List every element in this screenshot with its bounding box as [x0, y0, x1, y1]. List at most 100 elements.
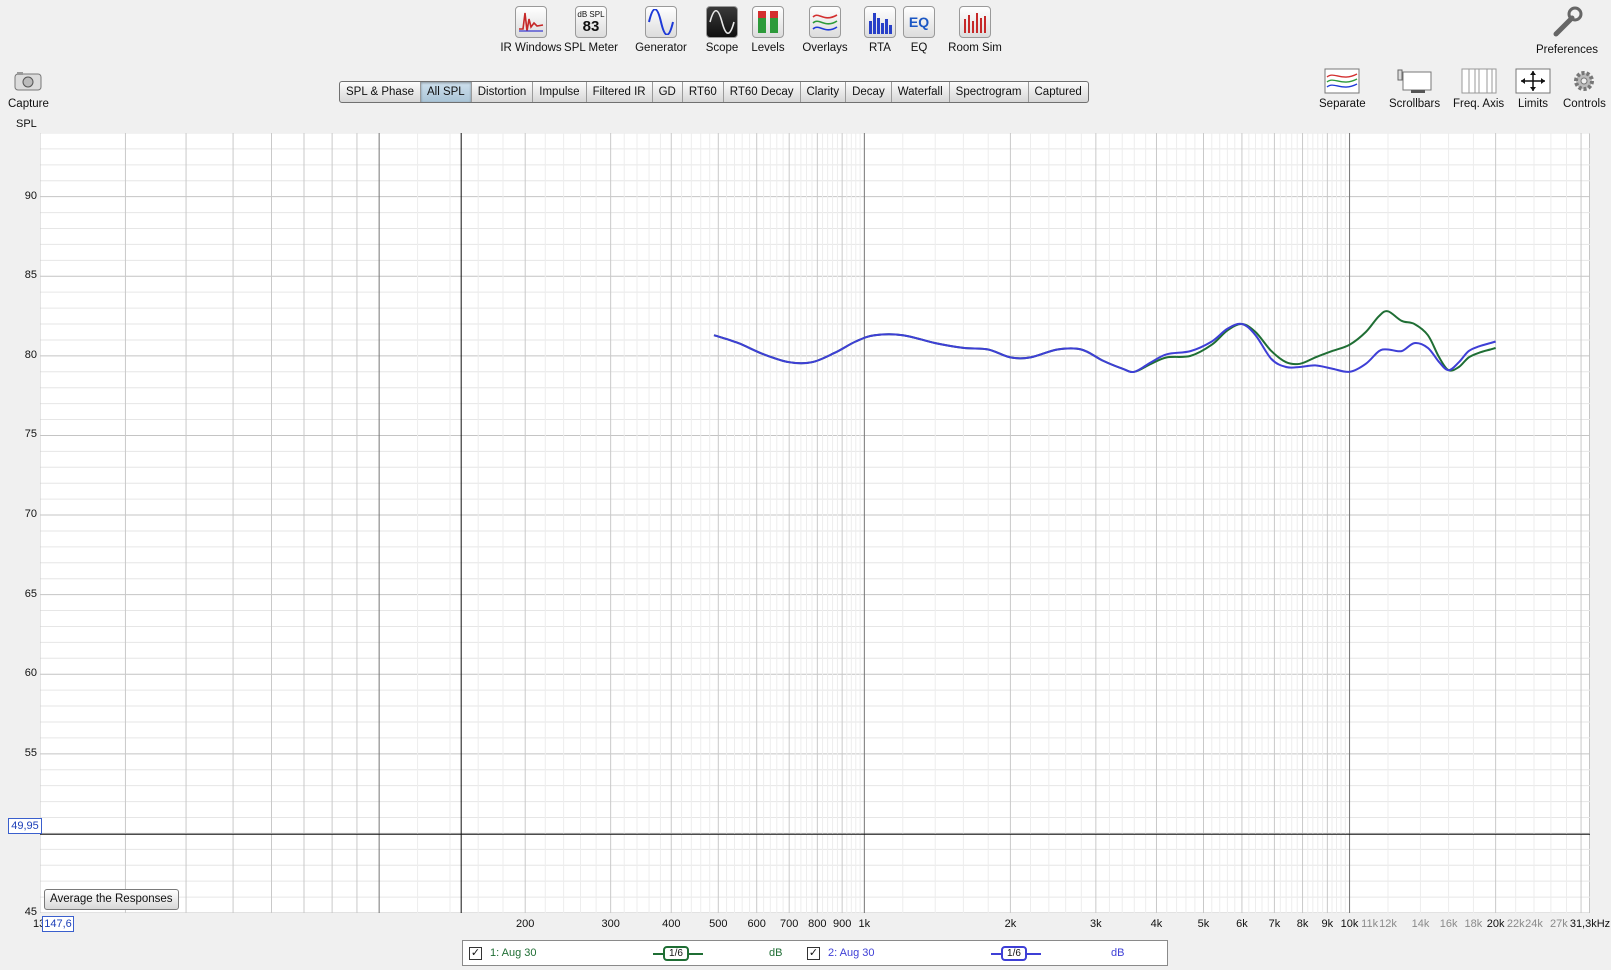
eq-icon-text: EQ	[908, 14, 930, 30]
tab-rt60[interactable]: RT60	[683, 82, 724, 102]
x-tick-label: 16k	[1439, 918, 1458, 930]
x-tick-label: 11k	[1361, 918, 1379, 930]
tab-gd[interactable]: GD	[653, 82, 683, 102]
x-tick-label: 300	[601, 918, 620, 930]
x-tick-label: 400	[662, 918, 681, 930]
capture-label: Capture	[8, 98, 49, 110]
x-tick-label: 10k	[1340, 918, 1359, 930]
freq-axis-icon	[1461, 68, 1497, 94]
room-sim-icon	[959, 6, 991, 38]
spl-meter-button[interactable]: dB SPL 83 SPL Meter	[556, 6, 626, 54]
legend-item-2[interactable]: ✓ 2: Aug 30	[807, 941, 875, 965]
generator-label: Generator	[635, 42, 687, 54]
y-tick-label: 75	[24, 428, 37, 441]
spl-graph[interactable]	[40, 133, 1590, 913]
limits-label: Limits	[1517, 98, 1549, 110]
x-tick-label: 27k	[1549, 918, 1568, 930]
x-tick-label: 7k	[1268, 918, 1281, 930]
measurement-legend: ✓ 1: Aug 30 1/6 dB ✓ 2: Aug 30 1/6 dB	[462, 940, 1168, 966]
freq-axis-label: Freq. Axis	[1453, 98, 1505, 110]
spl-meter-icon: dB SPL 83	[575, 6, 607, 38]
measurement-1-unit: dB	[769, 947, 783, 959]
cursor-x-readout: 147,6	[42, 916, 74, 932]
y-tick-label: 85	[24, 269, 37, 282]
scrollbars-button[interactable]: Scrollbars	[1389, 68, 1440, 110]
freq-axis-button[interactable]: Freq. Axis	[1453, 68, 1504, 110]
controls-label: Controls	[1563, 98, 1606, 110]
separate-label: Separate	[1319, 98, 1366, 110]
eq-icon: EQ	[903, 6, 935, 38]
tab-distortion[interactable]: Distortion	[472, 82, 534, 102]
y-tick-label: 90	[24, 189, 37, 202]
levels-label: Levels	[751, 42, 785, 54]
x-tick-label: 12k	[1379, 918, 1397, 930]
graph-tabs: SPL & Phase All SPL Distortion Impulse Filte…	[339, 81, 1089, 103]
x-tick-label: 31,3kHz	[1569, 918, 1611, 930]
x-tick-label: 700	[780, 918, 799, 930]
tab-impulse[interactable]: Impulse	[533, 82, 587, 102]
room-sim-button[interactable]: Room Sim	[940, 6, 1010, 54]
x-tick-label: 2k	[1004, 918, 1017, 930]
y-tick-label: 80	[24, 348, 37, 361]
x-tick-label: 800	[808, 918, 827, 930]
x-tick-label: 20k	[1486, 918, 1505, 930]
x-tick-label: 3k	[1090, 918, 1102, 930]
plot-background	[40, 133, 1590, 913]
separate-button[interactable]: Separate	[1319, 68, 1366, 110]
tab-filtered-ir[interactable]: Filtered IR	[587, 82, 653, 102]
controls-button[interactable]: Controls	[1563, 68, 1606, 110]
legend-item-1[interactable]: ✓ 1: Aug 30	[469, 941, 537, 965]
x-tick-label: 200	[516, 918, 535, 930]
tab-decay[interactable]: Decay	[846, 82, 892, 102]
cursor-y-readout: 49,95	[8, 818, 42, 834]
y-tick-label: 65	[24, 587, 37, 600]
measurement-2-label: 2: Aug 30	[828, 947, 875, 959]
limits-button[interactable]: Limits	[1515, 68, 1551, 110]
tab-spectrogram[interactable]: Spectrogram	[950, 82, 1029, 102]
room-sim-label: Room Sim	[948, 42, 1002, 54]
x-tick-label: 9k	[1321, 918, 1334, 930]
x-tick-label: 22k	[1506, 918, 1525, 930]
tab-waterfall[interactable]: Waterfall	[892, 82, 950, 102]
tab-rt60-decay[interactable]: RT60 Decay	[724, 82, 801, 102]
measurement-2-checkbox[interactable]: ✓	[807, 946, 820, 960]
measurement-2-unit: dB	[1111, 947, 1125, 959]
x-tick-label: 14k	[1411, 918, 1430, 930]
measurement-2-smoothing[interactable]: 1/6	[1001, 946, 1027, 961]
tab-clarity[interactable]: Clarity	[801, 82, 847, 102]
x-tick-label: 18k	[1464, 918, 1483, 930]
preferences-button[interactable]: Preferences	[1536, 6, 1598, 56]
y-tick-label: 60	[24, 667, 37, 680]
measurement-1-label: 1: Aug 30	[490, 947, 537, 959]
separate-icon	[1324, 68, 1360, 94]
wrench-icon	[1553, 6, 1583, 37]
measurement-1-checkbox[interactable]: ✓	[469, 946, 482, 960]
x-tick-label: 8k	[1296, 918, 1309, 930]
tab-captured[interactable]: Captured	[1029, 82, 1088, 102]
x-tick-label: 4k	[1150, 918, 1163, 930]
x-tick-label: 900	[832, 918, 852, 930]
eq-label: EQ	[910, 42, 928, 54]
camera-icon	[14, 72, 42, 91]
generator-icon	[645, 6, 677, 38]
y-axis-label: SPL	[16, 118, 37, 130]
measurement-1-smoothing[interactable]: 1/6	[663, 946, 689, 961]
y-tick-label: 70	[24, 508, 37, 521]
average-responses-button[interactable]: Average the Responses	[44, 889, 179, 910]
generator-button[interactable]: Generator	[626, 6, 696, 54]
tab-all-spl[interactable]: All SPL	[420, 82, 472, 102]
x-tick-label: 600	[747, 918, 766, 930]
scrollbars-label: Scrollbars	[1389, 98, 1441, 110]
capture-button[interactable]: Capture	[8, 70, 49, 110]
scrollbars-icon	[1397, 68, 1433, 94]
preferences-label: Preferences	[1536, 44, 1599, 56]
y-tick-label: 55	[24, 746, 37, 759]
x-tick-label: 500	[709, 918, 728, 930]
x-tick-label: 6k	[1236, 918, 1248, 930]
overlays-label: Overlays	[802, 42, 848, 54]
limits-icon	[1515, 68, 1551, 94]
tab-spl-phase[interactable]: SPL & Phase	[340, 82, 421, 102]
x-tick-label: 24k	[1525, 918, 1543, 930]
spl-meter-value: 83	[582, 17, 600, 35]
levels-icon	[752, 6, 784, 38]
